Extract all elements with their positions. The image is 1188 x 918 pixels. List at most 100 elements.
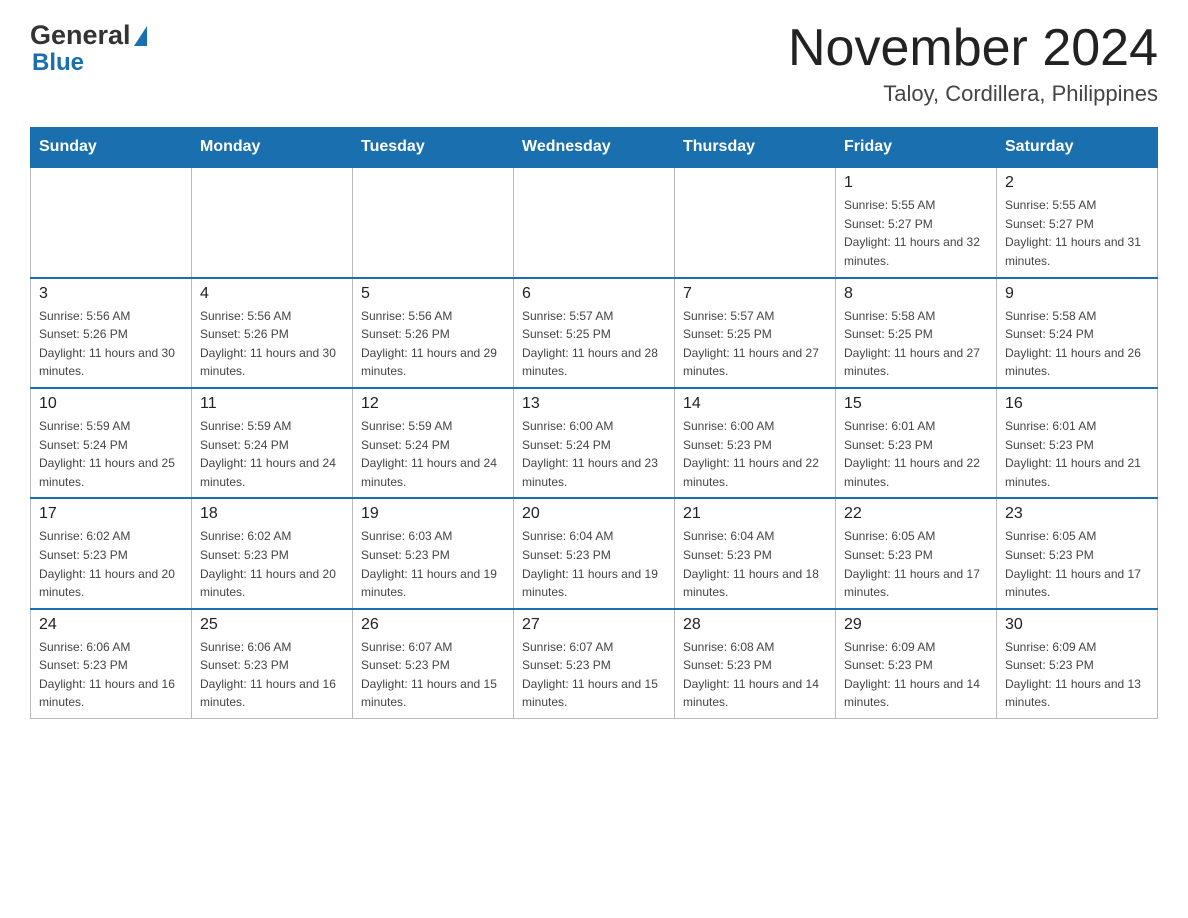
week-row-4: 17 Sunrise: 6:02 AMSunset: 5:23 PMDayligh…	[31, 498, 1158, 608]
day-number: 26	[361, 616, 505, 634]
day-number: 18	[200, 505, 344, 523]
sun-info: Sunrise: 6:09 AMSunset: 5:23 PMDaylight:…	[844, 638, 988, 712]
calendar-cell: 22 Sunrise: 6:05 AMSunset: 5:23 PMDayligh…	[836, 498, 997, 608]
sun-info: Sunrise: 6:01 AMSunset: 5:23 PMDaylight:…	[844, 417, 988, 491]
day-number: 9	[1005, 285, 1149, 303]
calendar-cell	[192, 167, 353, 277]
calendar-cell: 25Sunrise: 6:06 AMSunset: 5:23 PMDayligh…	[192, 609, 353, 719]
day-number: 1	[844, 174, 988, 192]
calendar-cell: 3 Sunrise: 5:56 AMSunset: 5:26 PMDaylight…	[31, 278, 192, 388]
calendar-cell: 19Sunrise: 6:03 AMSunset: 5:23 PMDayligh…	[353, 498, 514, 608]
sun-info: Sunrise: 6:04 AMSunset: 5:23 PMDaylight:…	[683, 527, 827, 601]
day-number: 16	[1005, 395, 1149, 413]
day-number: 20	[522, 505, 666, 523]
day-header-monday: Monday	[192, 128, 353, 168]
sun-info: Sunrise: 5:57 AMSunset: 5:25 PMDaylight:…	[522, 307, 666, 381]
calendar-cell: 14 Sunrise: 6:00 AMSunset: 5:23 PMDayligh…	[675, 388, 836, 498]
day-number: 11	[200, 395, 344, 413]
sun-info: Sunrise: 6:05 AMSunset: 5:23 PMDaylight:…	[1005, 527, 1149, 601]
sun-info: Sunrise: 6:01 AMSunset: 5:23 PMDaylight:…	[1005, 417, 1149, 491]
day-number: 25	[200, 616, 344, 634]
day-header-saturday: Saturday	[997, 128, 1158, 168]
calendar-cell: 15 Sunrise: 6:01 AMSunset: 5:23 PMDayligh…	[836, 388, 997, 498]
day-number: 14	[683, 395, 827, 413]
sun-info: Sunrise: 5:59 AMSunset: 5:24 PMDaylight:…	[39, 417, 183, 491]
calendar-cell: 8 Sunrise: 5:58 AMSunset: 5:25 PMDaylight…	[836, 278, 997, 388]
day-header-thursday: Thursday	[675, 128, 836, 168]
logo: General Blue	[30, 20, 147, 77]
day-number: 28	[683, 616, 827, 634]
calendar-cell	[675, 167, 836, 277]
sun-info: Sunrise: 6:09 AMSunset: 5:23 PMDaylight:…	[1005, 638, 1149, 712]
calendar-cell: 23 Sunrise: 6:05 AMSunset: 5:23 PMDayligh…	[997, 498, 1158, 608]
calendar-cell	[31, 167, 192, 277]
day-header-tuesday: Tuesday	[353, 128, 514, 168]
calendar-cell: 17 Sunrise: 6:02 AMSunset: 5:23 PMDayligh…	[31, 498, 192, 608]
sun-info: Sunrise: 6:02 AMSunset: 5:23 PMDaylight:…	[39, 527, 183, 601]
calendar-cell: 13Sunrise: 6:00 AMSunset: 5:24 PMDayligh…	[514, 388, 675, 498]
month-title: November 2024	[788, 20, 1158, 77]
day-number: 6	[522, 285, 666, 303]
calendar-cell: 28 Sunrise: 6:08 AMSunset: 5:23 PMDayligh…	[675, 609, 836, 719]
calendar-cell: 4 Sunrise: 5:56 AMSunset: 5:26 PMDaylight…	[192, 278, 353, 388]
day-header-wednesday: Wednesday	[514, 128, 675, 168]
day-number: 12	[361, 395, 505, 413]
day-number: 23	[1005, 505, 1149, 523]
calendar-cell: 26 Sunrise: 6:07 AMSunset: 5:23 PMDayligh…	[353, 609, 514, 719]
week-row-1: 1 Sunrise: 5:55 AMSunset: 5:27 PMDaylight…	[31, 167, 1158, 277]
sun-info: Sunrise: 6:07 AMSunset: 5:23 PMDaylight:…	[522, 638, 666, 712]
day-number: 3	[39, 285, 183, 303]
logo-blue-text: Blue	[32, 49, 84, 77]
sun-info: Sunrise: 6:04 AMSunset: 5:23 PMDaylight:…	[522, 527, 666, 601]
sun-info: Sunrise: 5:58 AMSunset: 5:24 PMDaylight:…	[1005, 307, 1149, 381]
calendar-cell: 18 Sunrise: 6:02 AMSunset: 5:23 PMDayligh…	[192, 498, 353, 608]
logo-line1: General	[30, 20, 147, 51]
day-number: 10	[39, 395, 183, 413]
day-number: 19	[361, 505, 505, 523]
sun-info: Sunrise: 6:00 AMSunset: 5:23 PMDaylight:…	[683, 417, 827, 491]
day-number: 2	[1005, 174, 1149, 192]
calendar-cell: 16 Sunrise: 6:01 AMSunset: 5:23 PMDayligh…	[997, 388, 1158, 498]
calendar-cell: 1 Sunrise: 5:55 AMSunset: 5:27 PMDaylight…	[836, 167, 997, 277]
day-number: 17	[39, 505, 183, 523]
sun-info: Sunrise: 5:59 AMSunset: 5:24 PMDaylight:…	[361, 417, 505, 491]
sun-info: Sunrise: 5:55 AMSunset: 5:27 PMDaylight:…	[844, 196, 988, 270]
sun-info: Sunrise: 6:07 AMSunset: 5:23 PMDaylight:…	[361, 638, 505, 712]
day-number: 27	[522, 616, 666, 634]
calendar-cell: 21 Sunrise: 6:04 AMSunset: 5:23 PMDayligh…	[675, 498, 836, 608]
sun-info: Sunrise: 6:08 AMSunset: 5:23 PMDaylight:…	[683, 638, 827, 712]
week-row-2: 3 Sunrise: 5:56 AMSunset: 5:26 PMDaylight…	[31, 278, 1158, 388]
calendar-cell: 7Sunrise: 5:57 AMSunset: 5:25 PMDaylight…	[675, 278, 836, 388]
day-number: 21	[683, 505, 827, 523]
day-number: 24	[39, 616, 183, 634]
calendar-cell	[353, 167, 514, 277]
logo-general-text: General	[30, 20, 131, 51]
calendar-cell: 10 Sunrise: 5:59 AMSunset: 5:24 PMDayligh…	[31, 388, 192, 498]
sun-info: Sunrise: 6:02 AMSunset: 5:23 PMDaylight:…	[200, 527, 344, 601]
sun-info: Sunrise: 5:58 AMSunset: 5:25 PMDaylight:…	[844, 307, 988, 381]
logo-triangle-icon	[134, 26, 147, 46]
calendar-cell: 29 Sunrise: 6:09 AMSunset: 5:23 PMDayligh…	[836, 609, 997, 719]
calendar-cell: 27 Sunrise: 6:07 AMSunset: 5:23 PMDayligh…	[514, 609, 675, 719]
day-number: 30	[1005, 616, 1149, 634]
day-header-sunday: Sunday	[31, 128, 192, 168]
calendar-cell: 5Sunrise: 5:56 AMSunset: 5:26 PMDaylight…	[353, 278, 514, 388]
sun-info: Sunrise: 6:06 AMSunset: 5:23 PMDaylight:…	[39, 638, 183, 712]
sun-info: Sunrise: 5:56 AMSunset: 5:26 PMDaylight:…	[200, 307, 344, 381]
day-number: 8	[844, 285, 988, 303]
week-row-3: 10 Sunrise: 5:59 AMSunset: 5:24 PMDayligh…	[31, 388, 1158, 498]
calendar-cell: 9 Sunrise: 5:58 AMSunset: 5:24 PMDaylight…	[997, 278, 1158, 388]
calendar-cell: 30 Sunrise: 6:09 AMSunset: 5:23 PMDayligh…	[997, 609, 1158, 719]
sun-info: Sunrise: 6:05 AMSunset: 5:23 PMDaylight:…	[844, 527, 988, 601]
day-number: 15	[844, 395, 988, 413]
day-number: 22	[844, 505, 988, 523]
sun-info: Sunrise: 5:56 AMSunset: 5:26 PMDaylight:…	[39, 307, 183, 381]
day-number: 4	[200, 285, 344, 303]
calendar-cell: 24 Sunrise: 6:06 AMSunset: 5:23 PMDayligh…	[31, 609, 192, 719]
calendar-cell: 12 Sunrise: 5:59 AMSunset: 5:24 PMDayligh…	[353, 388, 514, 498]
sun-info: Sunrise: 6:00 AMSunset: 5:24 PMDaylight:…	[522, 417, 666, 491]
calendar-cell	[514, 167, 675, 277]
day-number: 29	[844, 616, 988, 634]
calendar-table: SundayMondayTuesdayWednesdayThursdayFrid…	[30, 127, 1158, 719]
location-title: Taloy, Cordillera, Philippines	[788, 81, 1158, 107]
